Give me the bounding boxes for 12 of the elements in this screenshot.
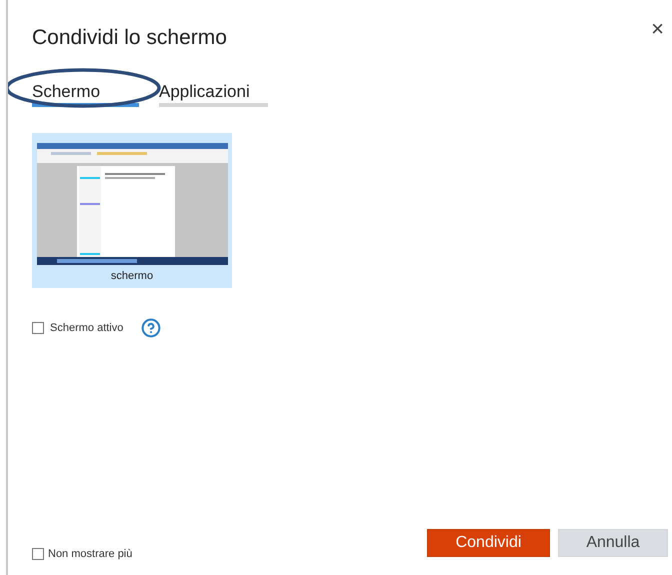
checkbox[interactable] xyxy=(32,322,44,334)
share-button[interactable]: Condividi xyxy=(427,529,550,557)
checkbox[interactable] xyxy=(32,548,44,560)
tab[interactable]: Applicazioni xyxy=(159,82,268,107)
cancel-button[interactable]: Annulla xyxy=(558,529,668,557)
help-icon[interactable] xyxy=(141,318,162,338)
source-label: schermo xyxy=(110,270,154,282)
screen-source-card[interactable]: schermo xyxy=(32,133,232,288)
checkbox-label: Non mostrare più xyxy=(48,548,132,560)
close-button[interactable]: × xyxy=(643,18,672,40)
dialog-title: Condividi lo schermo xyxy=(32,26,227,50)
checkbox-label: Schermo attivo xyxy=(50,322,124,334)
